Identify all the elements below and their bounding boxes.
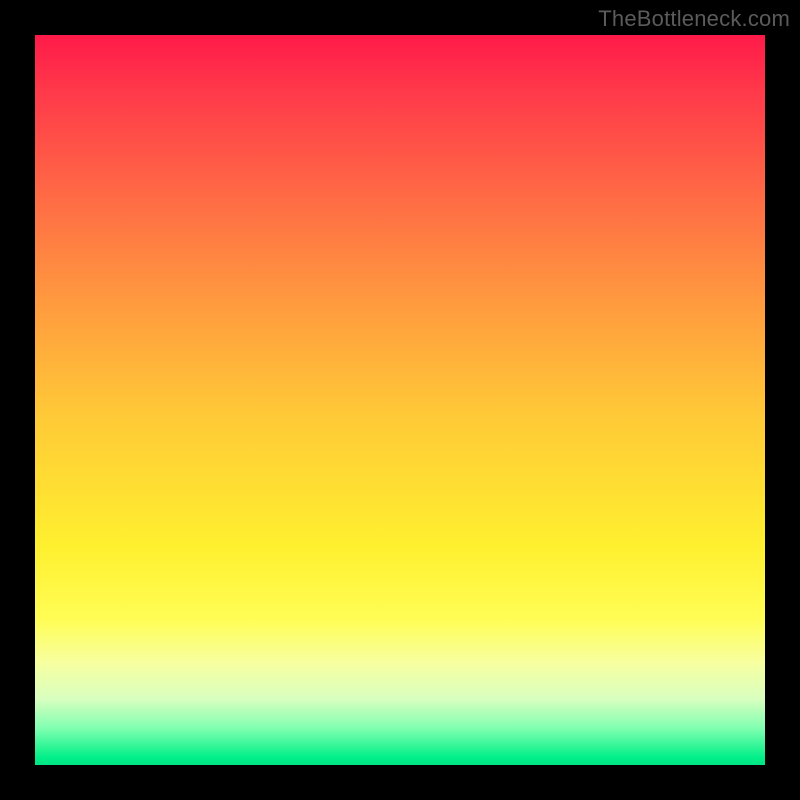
chart-frame: TheBottleneck.com [0, 0, 800, 800]
gradient-background [35, 35, 765, 765]
watermark-text: TheBottleneck.com [598, 6, 790, 32]
plot-area [35, 35, 765, 765]
